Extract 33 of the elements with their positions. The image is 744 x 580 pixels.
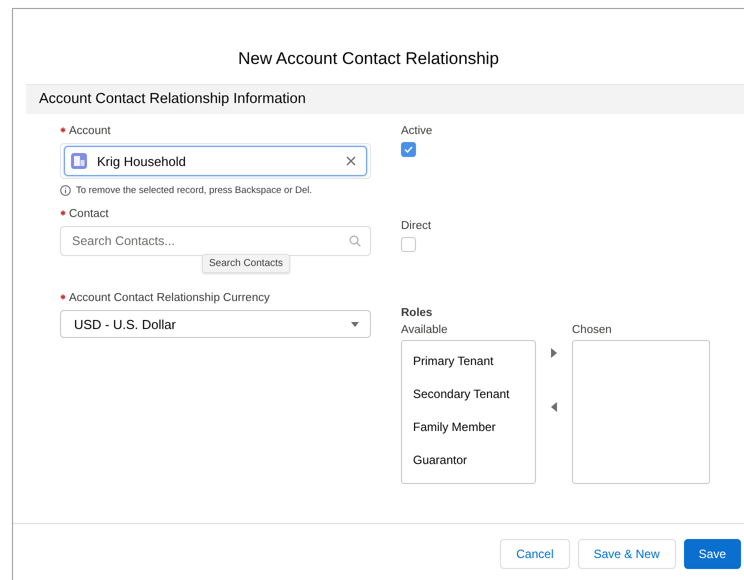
checkbox[interactable] xyxy=(401,237,416,252)
save-button[interactable]: Save xyxy=(684,539,741,569)
selected-record: Krig Household xyxy=(97,154,187,168)
list-option[interactable]: Primary Tenant xyxy=(402,349,535,382)
modal-title: New Account Contact Relationship xyxy=(237,49,500,70)
field-label: Contact xyxy=(69,208,109,220)
move-right-icon[interactable] xyxy=(551,348,557,358)
footer-button[interactable]: Save & New xyxy=(578,539,676,569)
close-icon xyxy=(346,156,356,166)
search-field[interactable]: Search Contacts... xyxy=(60,226,371,256)
search-icon xyxy=(349,235,361,247)
checkbox-label: Direct xyxy=(401,220,432,232)
caret-icon xyxy=(351,322,359,326)
list-option[interactable]: Guarantor xyxy=(402,448,535,481)
footer-button[interactable]: Cancel xyxy=(500,539,570,569)
lookup-field[interactable]: Krig Household xyxy=(60,143,371,179)
field-label: Account Contact Relationship Currency xyxy=(69,292,270,304)
list-option[interactable]: Family Member xyxy=(402,415,535,448)
list-label: Available xyxy=(401,324,448,338)
help-text: To remove the selected record, press Backspace or Del. xyxy=(76,185,312,196)
section-header: Account Contact Relationship Information xyxy=(26,84,744,114)
checkbox[interactable] xyxy=(401,142,416,157)
list-label: Chosen xyxy=(572,324,613,338)
check-icon xyxy=(404,146,413,153)
info-icon xyxy=(60,185,71,196)
checkbox-label: Active xyxy=(401,125,434,137)
move-left-icon[interactable] xyxy=(551,402,557,412)
tooltip: Search Contacts xyxy=(202,254,290,273)
roles-label: Roles xyxy=(401,307,434,319)
field-label: Account xyxy=(69,125,111,137)
currency-select[interactable]: USD - U.S. Dollar xyxy=(60,310,371,338)
list-option[interactable]: Secondary Tenant xyxy=(402,382,535,415)
account-icon xyxy=(71,153,87,169)
